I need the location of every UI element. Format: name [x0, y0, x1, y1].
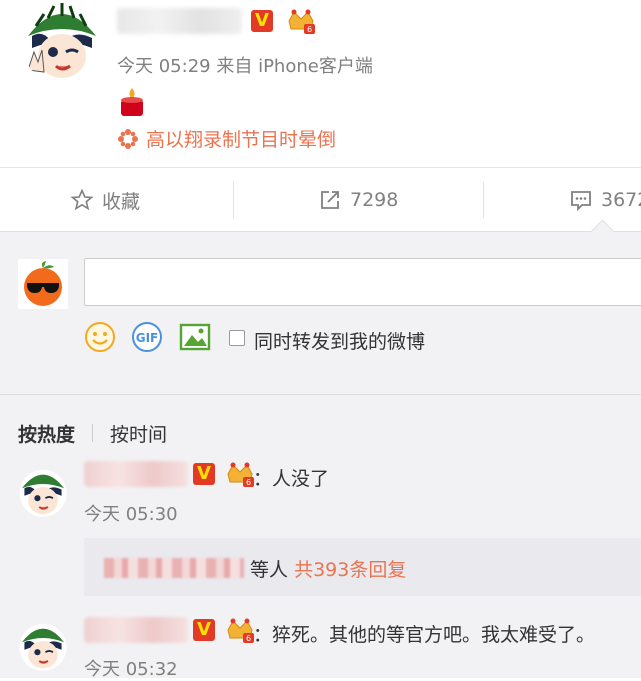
- comment-text: ：猝死。其他的等官方吧。我太难受了。: [253, 624, 596, 646]
- repost-button[interactable]: 7298: [318, 168, 398, 232]
- commenter-avatar[interactable]: [18, 620, 68, 672]
- reply-summary: 等人 共393条回复: [250, 555, 406, 582]
- comment-time: 今天 05:30: [84, 504, 178, 525]
- reply-summary-prefix: 等人: [250, 559, 289, 581]
- post-meta: 今天 05:29 来自 iPhone客户端: [117, 52, 373, 78]
- action-bar: 收藏 7298 3672: [0, 167, 641, 232]
- vip-crown-icon: 6: [225, 462, 255, 488]
- post-time: 今天 05:29: [117, 56, 211, 77]
- favorite-button[interactable]: 收藏: [70, 168, 140, 232]
- comment-icon: [571, 191, 591, 212]
- sort-by-time-tab[interactable]: 按时间: [110, 420, 167, 447]
- action-divider: [233, 182, 234, 218]
- gif-icon[interactable]: GIF: [131, 321, 163, 353]
- repost-count: 7298: [350, 189, 399, 211]
- my-avatar[interactable]: [18, 259, 68, 309]
- svg-text:6: 6: [246, 634, 251, 643]
- commenter-avatar[interactable]: [18, 466, 68, 518]
- favorite-label: 收藏: [102, 190, 141, 213]
- topic-icon: [117, 128, 139, 150]
- verified-badge: V: [193, 463, 215, 485]
- svg-text:6: 6: [246, 478, 251, 487]
- post-source-link[interactable]: iPhone客户端: [258, 56, 373, 77]
- candle-emoji-icon: [117, 86, 147, 118]
- sort-divider: [92, 424, 93, 442]
- view-replies-link[interactable]: 共393条回复: [294, 559, 406, 581]
- verified-badge: V: [251, 10, 273, 32]
- source-prefix: 来自: [216, 56, 253, 77]
- author-avatar[interactable]: [22, 0, 102, 84]
- sort-by-hot-tab[interactable]: 按热度: [18, 420, 75, 447]
- action-divider: [483, 182, 484, 218]
- topic-link[interactable]: 高以翔录制节目时晕倒: [146, 125, 336, 152]
- comment-input[interactable]: [84, 258, 641, 306]
- repost-icon: [321, 191, 339, 209]
- vip-crown-icon: 6: [286, 9, 316, 35]
- section-divider: [0, 394, 641, 395]
- comment-count: 3672: [601, 189, 641, 211]
- comment-text: ：人没了: [253, 468, 330, 490]
- svg-text:6: 6: [307, 25, 312, 34]
- author-name-redacted[interactable]: [117, 8, 242, 34]
- comment-time: 今天 05:32: [84, 659, 178, 680]
- image-icon[interactable]: [179, 321, 211, 353]
- commenter-name-redacted[interactable]: [84, 617, 188, 643]
- commenter-name-redacted[interactable]: [84, 461, 188, 487]
- svg-text:GIF: GIF: [136, 331, 159, 345]
- verified-badge: V: [193, 619, 215, 641]
- repost-checkbox-label[interactable]: 同时转发到我的微博: [254, 327, 425, 354]
- vip-crown-icon: 6: [225, 618, 255, 644]
- repost-checkbox[interactable]: [229, 330, 245, 346]
- reply-users-redacted: [104, 558, 244, 578]
- emoji-icon[interactable]: [84, 321, 116, 353]
- star-icon: [70, 188, 94, 211]
